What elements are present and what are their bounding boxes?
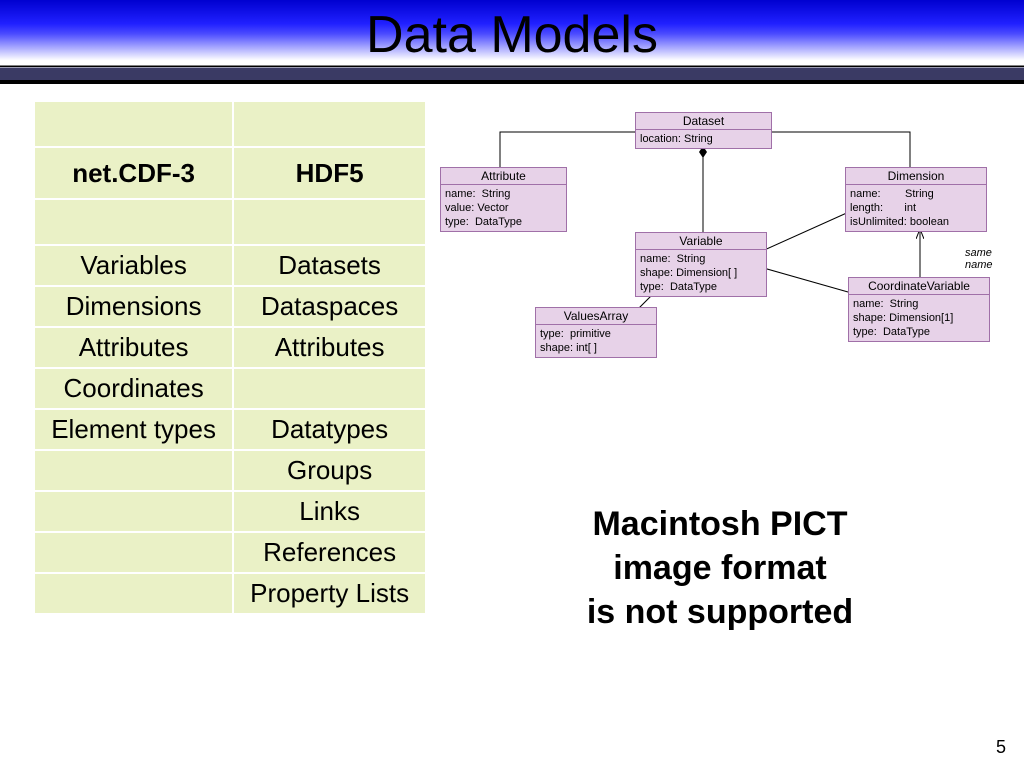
table-cell: Datasets <box>232 246 425 287</box>
comparison-table: net.CDF-3 HDF5 VariablesDatasets Dimensi… <box>35 102 425 732</box>
table-cell: Links <box>232 492 425 533</box>
uml-title: Dataset <box>636 113 771 130</box>
diagram-area: Dataset location: String Attribute name:… <box>440 102 1000 732</box>
table-cell: Element types <box>35 410 232 451</box>
table-cell <box>35 492 232 533</box>
table-cell: Attributes <box>232 328 425 369</box>
table-header-netcdf: net.CDF-3 <box>35 148 232 200</box>
pict-line: is not supported <box>587 593 853 631</box>
table-cell: Groups <box>232 451 425 492</box>
uml-body: name: String value: Vector type: DataTyp… <box>441 185 566 231</box>
pict-line: image format <box>613 549 827 587</box>
table-cell <box>232 369 425 410</box>
table-cell <box>35 533 232 574</box>
content-area: net.CDF-3 HDF5 VariablesDatasets Dimensi… <box>0 84 1024 732</box>
title-bar: Data Models <box>0 0 1024 84</box>
uml-title: CoordinateVariable <box>849 278 989 295</box>
uml-box-dataset: Dataset location: String <box>635 112 772 149</box>
uml-title: Attribute <box>441 168 566 185</box>
table-blank <box>232 200 425 246</box>
pict-line: Macintosh PICT <box>592 505 847 543</box>
uml-box-valuesarray: ValuesArray type: primitive shape: int[ … <box>535 307 657 358</box>
table-cell: Datatypes <box>232 410 425 451</box>
table-header-hdf5: HDF5 <box>232 148 425 200</box>
uml-body: name: String length: int isUnlimited: bo… <box>846 185 986 231</box>
table-cell: Dataspaces <box>232 287 425 328</box>
table-cell: References <box>232 533 425 574</box>
uml-box-attribute: Attribute name: String value: Vector typ… <box>440 167 567 232</box>
uml-box-variable: Variable name: String shape: Dimension[ … <box>635 232 767 297</box>
table-cell: Coordinates <box>35 369 232 410</box>
uml-title: ValuesArray <box>536 308 656 325</box>
uml-box-dimension: Dimension name: String length: int isUnl… <box>845 167 987 232</box>
table-blank <box>35 200 232 246</box>
pict-unsupported-message: Macintosh PICT image format is not suppo… <box>440 502 1000 634</box>
table-cell <box>35 451 232 492</box>
table-cell: Variables <box>35 246 232 287</box>
table-blank <box>35 102 232 148</box>
page-title: Data Models <box>366 6 658 64</box>
uml-body: location: String <box>636 130 771 148</box>
uml-body: name: String shape: Dimension[ ] type: D… <box>636 250 766 296</box>
page-number: 5 <box>996 737 1006 758</box>
uml-title: Dimension <box>846 168 986 185</box>
uml-title: Variable <box>636 233 766 250</box>
table-cell <box>35 574 232 615</box>
uml-body: type: primitive shape: int[ ] <box>536 325 656 357</box>
uml-body: name: String shape: Dimension[1] type: D… <box>849 295 989 341</box>
table-cell: Property Lists <box>232 574 425 615</box>
table-cell: Dimensions <box>35 287 232 328</box>
diagram-note: same name <box>965 247 1000 271</box>
uml-box-coordvar: CoordinateVariable name: String shape: D… <box>848 277 990 342</box>
table-cell: Attributes <box>35 328 232 369</box>
table-blank <box>232 102 425 148</box>
